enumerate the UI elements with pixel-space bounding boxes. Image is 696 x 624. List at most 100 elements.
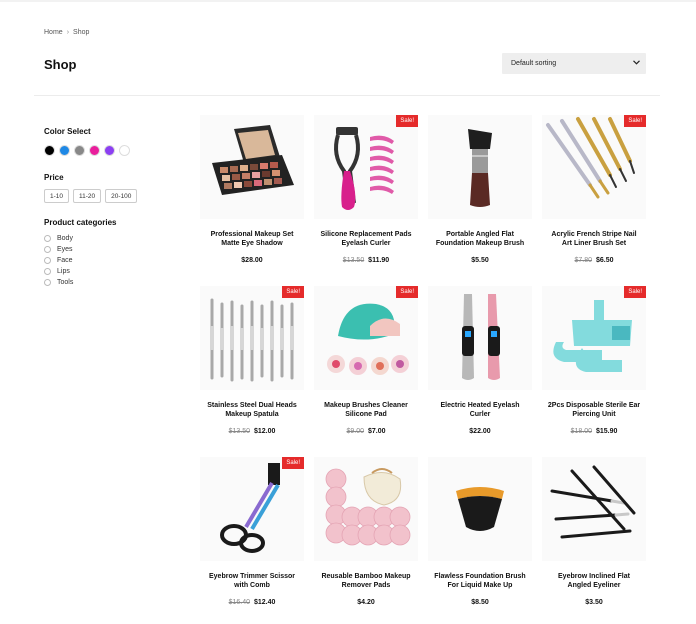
color-swatch-pink[interactable] — [89, 145, 100, 156]
product-price: $8.50 — [428, 599, 532, 606]
breadcrumb: Home › Shop — [44, 29, 89, 36]
color-swatch-white[interactable] — [119, 145, 130, 156]
product-current-price: $8.50 — [471, 599, 489, 606]
category-item-lips[interactable]: Lips — [44, 266, 184, 277]
product-image[interactable]: Sale! — [542, 115, 646, 219]
product-card[interactable]: Professional Makeup Set Matte Eye Shadow… — [200, 115, 304, 286]
product-image[interactable]: Sale! — [200, 457, 304, 561]
product-price: $28.00 — [200, 257, 304, 264]
product-price: $13.50 $11.90 — [314, 257, 418, 264]
product-card[interactable]: Reusable Bamboo Makeup Remover Pads $4.2… — [314, 457, 418, 624]
category-label: Tools — [57, 279, 74, 286]
product-price: $16.40 $12.40 — [200, 599, 304, 606]
radio-icon — [44, 268, 51, 275]
product-price: $7.80 $6.50 — [542, 257, 646, 264]
product-current-price: $12.00 — [253, 428, 276, 435]
product-image[interactable] — [428, 457, 532, 561]
product-card[interactable]: Electric Heated Eyelash Curler $22.00 — [428, 286, 532, 457]
filter-sidebar: Color Select Price 1-10 11-20 20-100 Pro… — [44, 127, 184, 288]
product-price: $22.00 — [428, 428, 532, 435]
price-heading: Price — [44, 173, 64, 182]
breadcrumb-current: Shop — [73, 29, 90, 36]
category-item-body[interactable]: Body — [44, 233, 184, 244]
product-name[interactable]: Professional Makeup Set Matte Eye Shadow — [200, 230, 304, 248]
header-divider — [34, 95, 660, 96]
product-name[interactable]: Portable Angled Flat Foundation Makeup B… — [428, 230, 532, 248]
product-price: $5.50 — [428, 257, 532, 264]
radio-icon — [44, 235, 51, 242]
price-filter-button[interactable]: 20-100 — [105, 189, 138, 203]
sorting-select[interactable]: Default sorting — [502, 53, 646, 74]
product-card[interactable]: Sale! 2Pcs Disposable Sterile Ear Pierci… — [542, 286, 646, 457]
product-image[interactable]: Sale! — [314, 115, 418, 219]
color-select-heading: Color Select — [44, 127, 91, 136]
product-name[interactable]: 2Pcs Disposable Sterile Ear Piercing Uni… — [542, 401, 646, 419]
category-label: Eyes — [57, 246, 73, 253]
color-swatch-black[interactable] — [44, 145, 55, 156]
product-card[interactable]: Sale! Stainless Steel Dual Heads Makeup … — [200, 286, 304, 457]
product-current-price: $6.50 — [595, 257, 614, 264]
product-image[interactable]: Sale! — [200, 286, 304, 390]
radio-icon — [44, 257, 51, 264]
color-swatches — [44, 145, 184, 156]
product-price: $4.20 — [314, 599, 418, 606]
category-list: Body Eyes Face Lips Tools — [44, 233, 184, 288]
product-current-price: $15.90 — [595, 428, 618, 435]
product-old-price: $13.50 — [228, 428, 251, 435]
product-current-price: $4.20 — [357, 599, 375, 606]
product-image[interactable] — [428, 286, 532, 390]
product-image[interactable]: Sale! — [542, 286, 646, 390]
product-name[interactable]: Reusable Bamboo Makeup Remover Pads — [314, 572, 418, 590]
breadcrumb-home-link[interactable]: Home — [44, 29, 63, 36]
color-swatch-purple[interactable] — [104, 145, 115, 156]
category-label: Face — [57, 257, 73, 264]
color-swatch-gray[interactable] — [74, 145, 85, 156]
product-card[interactable]: Eyebrow Inclined Flat Angled Eyeliner $3… — [542, 457, 646, 624]
breadcrumb-separator: › — [66, 29, 70, 36]
price-filter-button[interactable]: 11-20 — [73, 189, 102, 203]
product-price: $9.00 $7.00 — [314, 428, 418, 435]
product-image[interactable] — [428, 115, 532, 219]
product-card[interactable]: Flawless Foundation Brush For Liquid Mak… — [428, 457, 532, 624]
product-old-price: $9.00 — [346, 428, 365, 435]
product-old-price: $13.50 — [342, 257, 365, 264]
product-image[interactable] — [542, 457, 646, 561]
product-name[interactable]: Stainless Steel Dual Heads Makeup Spatul… — [200, 401, 304, 419]
product-card[interactable]: Sale! Makeup Brushes Cleaner Silicone Pa… — [314, 286, 418, 457]
product-price: $13.50 $12.00 — [200, 428, 304, 435]
product-current-price: $28.00 — [241, 257, 263, 264]
product-grid: Professional Makeup Set Matte Eye Shadow… — [200, 115, 656, 624]
chevron-down-icon — [633, 60, 640, 67]
radio-icon — [44, 279, 51, 286]
category-item-tools[interactable]: Tools — [44, 277, 184, 288]
product-name[interactable]: Electric Heated Eyelash Curler — [428, 401, 532, 419]
product-name[interactable]: Eyebrow Inclined Flat Angled Eyeliner — [542, 572, 646, 590]
product-price: $18.00 $15.90 — [542, 428, 646, 435]
price-filter-button[interactable]: 1-10 — [44, 189, 70, 203]
sale-badge: Sale! — [396, 115, 418, 127]
color-swatch-blue[interactable] — [59, 145, 70, 156]
product-card[interactable]: Portable Angled Flat Foundation Makeup B… — [428, 115, 532, 286]
product-image[interactable] — [200, 115, 304, 219]
product-card[interactable]: Sale! Acrylic French Stripe Nail Art Lin… — [542, 115, 646, 286]
product-name[interactable]: Eyebrow Trimmer Scissor with Comb — [200, 572, 304, 590]
product-categories-heading: Product categories — [44, 218, 117, 227]
sale-badge: Sale! — [624, 115, 646, 127]
category-item-face[interactable]: Face — [44, 255, 184, 266]
top-border — [0, 0, 696, 2]
sale-badge: Sale! — [282, 457, 304, 469]
product-current-price: $5.50 — [471, 257, 489, 264]
sorting-selected-value: Default sorting — [511, 60, 557, 67]
product-name[interactable]: Acrylic French Stripe Nail Art Liner Bru… — [542, 230, 646, 248]
product-card[interactable]: Sale! Eyebrow Trimmer Scissor with Comb … — [200, 457, 304, 624]
product-current-price: $11.90 — [368, 257, 390, 264]
sale-badge: Sale! — [624, 286, 646, 298]
sale-badge: Sale! — [396, 286, 418, 298]
category-item-eyes[interactable]: Eyes — [44, 244, 184, 255]
product-name[interactable]: Flawless Foundation Brush For Liquid Mak… — [428, 572, 532, 590]
product-name[interactable]: Makeup Brushes Cleaner Silicone Pad — [314, 401, 418, 419]
product-image[interactable]: Sale! — [314, 286, 418, 390]
product-name[interactable]: Silicone Replacement Pads Eyelash Curler — [314, 230, 418, 248]
product-image[interactable] — [314, 457, 418, 561]
product-card[interactable]: Sale! Silicone Replacement Pads Eyelash … — [314, 115, 418, 286]
